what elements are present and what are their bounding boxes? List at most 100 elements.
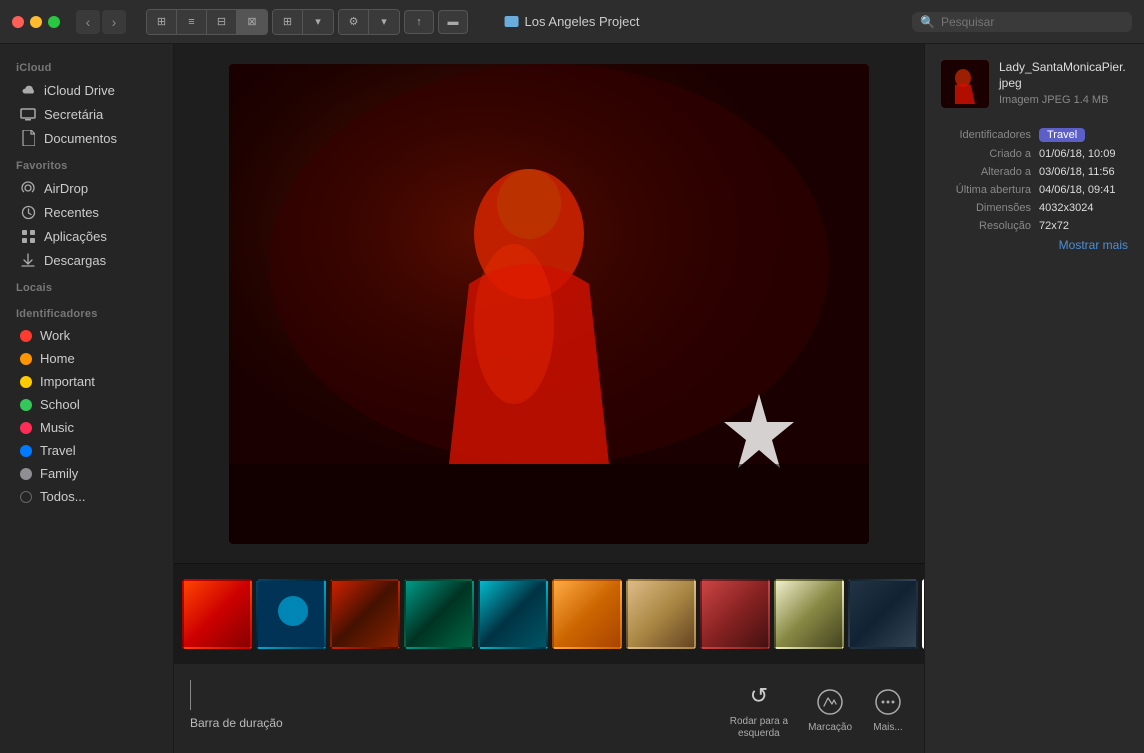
desktop-label: Secretária: [44, 107, 103, 122]
sidebar-item-travel[interactable]: Travel: [4, 439, 169, 462]
rotate-left-icon: ↺: [743, 680, 775, 712]
home-tag-label: Home: [40, 351, 75, 366]
metadata-section: Identificadores Travel Criado a 01/06/18…: [941, 128, 1128, 252]
maximize-button[interactable]: [48, 16, 60, 28]
meta-row-tags: Identificadores Travel: [941, 128, 1128, 142]
sidebar-item-documents[interactable]: Documentos: [4, 126, 169, 150]
icloud-drive-label: iCloud Drive: [44, 83, 115, 98]
important-tag-dot: [20, 376, 32, 388]
created-meta-label: Criado a: [941, 148, 1031, 160]
travel-tag-badge[interactable]: Travel: [1039, 128, 1085, 142]
search-icon: 🔍: [920, 15, 935, 29]
search-bar[interactable]: 🔍: [912, 12, 1132, 32]
sidebar-item-important[interactable]: Important: [4, 370, 169, 393]
thumbnail-10[interactable]: [848, 579, 918, 649]
share-btn[interactable]: ↑: [404, 10, 434, 34]
group-btn-group: ⊞ ▾: [272, 9, 334, 35]
show-more-link[interactable]: Mostrar mais: [941, 238, 1128, 252]
recentes-icon: [20, 204, 36, 220]
sidebar-item-music[interactable]: Music: [4, 416, 169, 439]
close-button[interactable]: [12, 16, 24, 28]
meta-row-created: Criado a 01/06/18, 10:09: [941, 148, 1128, 160]
folder-icon: [505, 16, 519, 27]
rotate-left-label: Rodar para aesquerda: [730, 716, 788, 740]
main-image: [229, 64, 869, 544]
file-info-text: Lady_SantaMonicaPier.jpeg Imagem JPEG 1.…: [999, 60, 1128, 106]
todos-tag-dot: [20, 491, 32, 503]
desktop-icon: [20, 106, 36, 122]
aplicacoes-icon: [20, 228, 36, 244]
file-thumbnail: [941, 60, 989, 108]
group-btn[interactable]: ⊞: [273, 10, 303, 34]
sidebar-item-todos[interactable]: Todos...: [4, 485, 169, 508]
tags-section-label: Identificadores: [0, 298, 173, 324]
search-input[interactable]: [941, 15, 1124, 29]
action-dropdown-btn[interactable]: ▾: [369, 10, 399, 34]
list-view-btn[interactable]: ≡: [177, 10, 207, 34]
action-btn[interactable]: ⚙: [339, 10, 369, 34]
minimize-button[interactable]: [30, 16, 42, 28]
sidebar-item-family[interactable]: Family: [4, 462, 169, 485]
family-tag-label: Family: [40, 466, 78, 481]
important-tag-label: Important: [40, 374, 95, 389]
sidebar-item-aplicacoes[interactable]: Aplicações: [4, 224, 169, 248]
duration-bar-line: [190, 680, 191, 710]
forward-button[interactable]: ›: [102, 10, 126, 34]
thumbnail-4[interactable]: [404, 579, 474, 649]
view-mode-group: ⊞ ≡ ⊟ ⊠: [146, 9, 268, 35]
thumbnail-7[interactable]: [626, 579, 696, 649]
modified-meta-value: 03/06/18, 11:56: [1039, 166, 1128, 178]
thumbnail-2[interactable]: [256, 579, 326, 649]
group-dropdown-btn[interactable]: ▾: [303, 10, 333, 34]
sidebar-item-work[interactable]: Work: [4, 324, 169, 347]
sidebar-item-desktop[interactable]: Secretária: [4, 102, 169, 126]
modified-meta-label: Alterado a: [941, 166, 1031, 178]
music-tag-label: Music: [40, 420, 74, 435]
thumbnail-8[interactable]: [700, 579, 770, 649]
meta-row-opened: Última abertura 04/06/18, 09:41: [941, 184, 1128, 196]
thumbnail-strip[interactable]: [174, 563, 924, 663]
sidebar-item-airdrop[interactable]: AirDrop: [4, 176, 169, 200]
thumbnail-1[interactable]: [182, 579, 252, 649]
meta-row-dimensions: Dimensões 4032x3024: [941, 202, 1128, 214]
opened-meta-label: Última abertura: [941, 184, 1031, 196]
sidebar-item-icloud-drive[interactable]: iCloud Drive: [4, 78, 169, 102]
work-tag-label: Work: [40, 328, 70, 343]
nav-arrows: ‹ ›: [76, 10, 126, 34]
file-header: Lady_SantaMonicaPier.jpeg Imagem JPEG 1.…: [941, 60, 1128, 108]
sidebar-item-home[interactable]: Home: [4, 347, 169, 370]
icon-view-btn[interactable]: ⊞: [147, 10, 177, 34]
more-button[interactable]: Mais...: [872, 686, 904, 734]
image-viewer[interactable]: [174, 44, 924, 563]
icloud-section-label: iCloud: [0, 52, 173, 78]
bottom-actions: ↺ Rodar para aesquerda Marcação Mais...: [710, 672, 924, 748]
tags-meta-label: Identificadores: [941, 129, 1031, 141]
back-button[interactable]: ‹: [76, 10, 100, 34]
thumbnail-6[interactable]: [552, 579, 622, 649]
meta-row-resolution: Resolução 72x72: [941, 220, 1128, 232]
duration-bar-section: Barra de duração: [174, 672, 299, 738]
traffic-lights: [12, 16, 60, 28]
more-label: Mais...: [873, 722, 902, 734]
rotate-left-button[interactable]: ↺ Rodar para aesquerda: [730, 680, 788, 740]
bottom-bar: Barra de duração ↺ Rodar para aesquerda …: [174, 663, 924, 753]
school-tag-dot: [20, 399, 32, 411]
sidebar-item-recentes[interactable]: Recentes: [4, 200, 169, 224]
dimensions-meta-value: 4032x3024: [1039, 202, 1128, 214]
thumbnail-9[interactable]: [774, 579, 844, 649]
sidebar-item-school[interactable]: School: [4, 393, 169, 416]
tag-btn[interactable]: ▬: [438, 10, 468, 34]
thumbnail-5[interactable]: [478, 579, 548, 649]
sidebar-item-descargas[interactable]: Descargas: [4, 248, 169, 272]
titlebar: ‹ › ⊞ ≡ ⊟ ⊠ ⊞ ▾ ⚙ ▾ ↑ ▬ Los Angeles Proj…: [0, 0, 1144, 44]
resolution-meta-label: Resolução: [941, 220, 1031, 232]
column-view-btn[interactable]: ⊟: [207, 10, 237, 34]
gallery-view-btn[interactable]: ⊠: [237, 10, 267, 34]
thumbnail-3[interactable]: [330, 579, 400, 649]
created-meta-value: 01/06/18, 10:09: [1039, 148, 1128, 160]
documents-icon: [20, 130, 36, 146]
icloud-drive-icon: [20, 82, 36, 98]
home-tag-dot: [20, 353, 32, 365]
markup-button[interactable]: Marcação: [808, 686, 852, 734]
descargas-icon: [20, 252, 36, 268]
